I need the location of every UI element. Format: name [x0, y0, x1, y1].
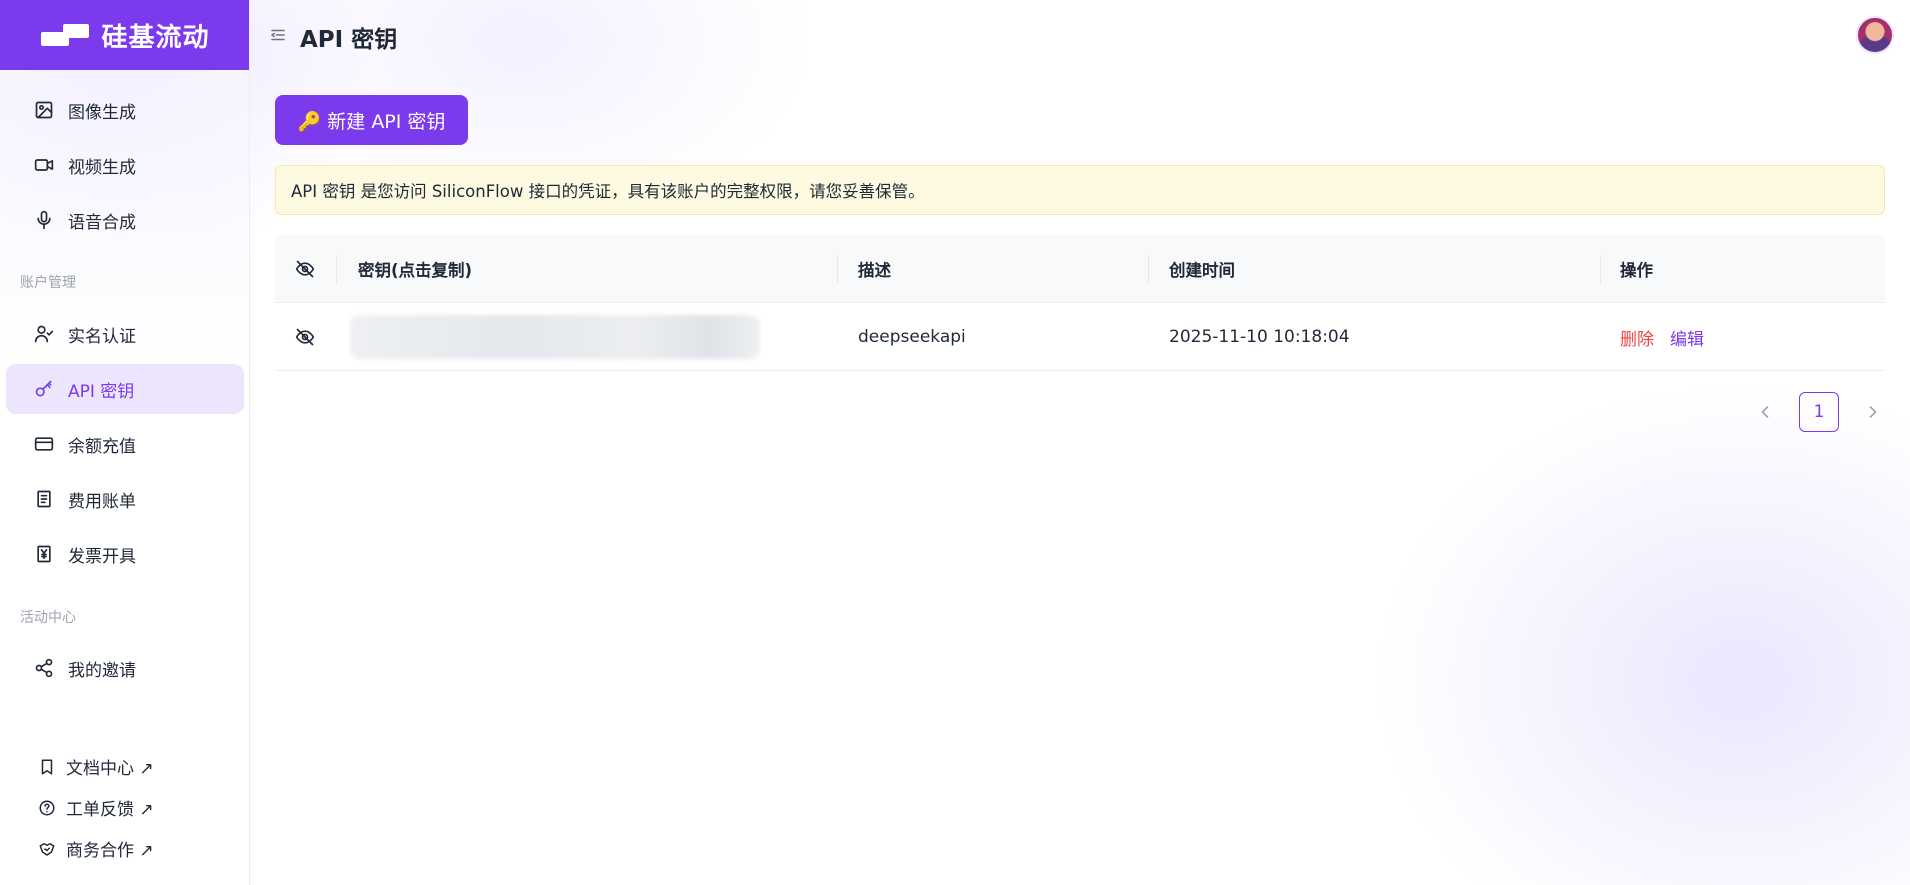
key-icon — [35, 380, 52, 397]
microphone-icon — [37, 210, 51, 230]
receipt-icon — [37, 490, 51, 508]
footer-link-tickets[interactable]: 工单反馈 ↗ — [38, 795, 154, 820]
video-icon — [34, 159, 54, 171]
notice-text: API 密钥 是您访问 SiliconFlow 接口的凭证，具有该账户的完整权限… — [291, 182, 925, 201]
brand-header[interactable]: 硅基流动 — [0, 0, 249, 70]
footer-link-business[interactable]: 商务合作 ↗ — [38, 836, 154, 861]
eye-off-icon — [295, 260, 315, 278]
sidebar-item-verification[interactable]: 实名认证 — [6, 309, 244, 359]
section-label-activity: 活动中心 — [20, 610, 76, 626]
invoice-icon — [37, 545, 51, 563]
table-row: deepseekapi 2025-11-10 10:18:04 删除 编辑 — [275, 303, 1885, 371]
footer-link-label: 工单反馈 ↗ — [66, 800, 154, 820]
sidebar-item-invitations[interactable]: 我的邀请 — [6, 643, 244, 693]
column-divider — [336, 255, 337, 283]
sidebar-item-label: 语音合成 — [68, 212, 136, 233]
brand-name: 硅基流动 — [101, 22, 210, 53]
section-label-account: 账户管理 — [20, 275, 76, 291]
edit-key-link[interactable]: 编辑 — [1670, 325, 1704, 350]
page-number-current[interactable]: 1 — [1799, 392, 1839, 432]
footer-link-label: 商务合作 ↗ — [66, 841, 154, 861]
book-icon — [41, 759, 53, 774]
user-check-icon — [34, 325, 54, 343]
masked-api-key[interactable] — [350, 303, 760, 371]
column-divider — [837, 255, 838, 283]
key-description: deepseekapi — [858, 327, 966, 347]
help-circle-icon — [39, 800, 55, 815]
sidebar-item-billing[interactable]: 费用账单 — [6, 474, 244, 524]
handshake-icon — [39, 842, 55, 856]
column-header-description: 描述 — [858, 261, 891, 280]
sidebar-item-label: 实名认证 — [68, 326, 136, 347]
pagination: 1 — [1755, 392, 1883, 432]
column-divider — [1148, 255, 1149, 283]
toggle-key-visibility[interactable] — [295, 303, 315, 371]
footer-link-docs[interactable]: 文档中心 ↗ — [38, 754, 154, 779]
credit-card-icon — [34, 437, 54, 451]
sidebar: 硅基流动 图像生成 视频生成 语音合成 账户管理 实名认证 API 密钥 余额充… — [0, 0, 250, 885]
sidebar-item-label: 图像生成 — [68, 102, 136, 123]
brand-logo-icon — [39, 22, 91, 48]
share-icon — [35, 658, 53, 678]
sidebar-item-label: 我的邀请 — [68, 660, 136, 681]
sidebar-item-recharge[interactable]: 余额充值 — [6, 419, 244, 469]
toggle-all-visibility[interactable] — [295, 235, 315, 303]
image-icon — [35, 101, 53, 119]
column-header-key: 密钥(点击复制) — [358, 261, 473, 280]
column-header-actions: 操作 — [1620, 261, 1653, 280]
footer-link-label: 文档中心 ↗ — [66, 759, 154, 779]
new-api-key-button[interactable]: 🔑 新建 API 密钥 — [275, 95, 468, 145]
blurred-key-value — [350, 315, 760, 359]
sidebar-item-label: 余额充值 — [68, 436, 136, 457]
chevron-right-icon[interactable] — [1863, 402, 1883, 422]
top-header: API 密钥 — [251, 0, 1910, 70]
sidebar-item-label: 视频生成 — [68, 157, 136, 178]
column-divider — [1600, 255, 1601, 283]
sidebar-item-label: API 密钥 — [68, 381, 135, 402]
delete-key-link[interactable]: 删除 — [1620, 325, 1654, 350]
sidebar-item-label: 费用账单 — [68, 491, 136, 512]
row-actions: 删除 编辑 — [1620, 303, 1704, 371]
sidebar-item-invoice[interactable]: 发票开具 — [6, 529, 244, 579]
column-header-created: 创建时间 — [1169, 261, 1235, 280]
sidebar-item-api-keys[interactable]: API 密钥 — [6, 364, 244, 414]
key-created-time: 2025-11-10 10:18:04 — [1169, 327, 1350, 347]
sidebar-item-image-generation[interactable]: 图像生成 — [6, 85, 244, 135]
sidebar-item-video-generation[interactable]: 视频生成 — [6, 140, 244, 190]
user-avatar[interactable] — [1856, 16, 1894, 54]
page-title: API 密钥 — [300, 27, 398, 53]
api-key-notice: API 密钥 是您访问 SiliconFlow 接口的凭证，具有该账户的完整权限… — [275, 165, 1885, 215]
sidebar-item-label: 发票开具 — [68, 546, 136, 567]
chevron-left-icon[interactable] — [1755, 402, 1775, 422]
eye-off-icon — [295, 328, 315, 346]
sidebar-item-speech-synthesis[interactable]: 语音合成 — [6, 195, 244, 245]
api-keys-table: 密钥(点击复制) 描述 创建时间 操作 deepseekapi 2025-11-… — [275, 235, 1885, 371]
table-header: 密钥(点击复制) 描述 创建时间 操作 — [275, 235, 1885, 303]
collapse-sidebar-icon[interactable] — [269, 26, 287, 44]
